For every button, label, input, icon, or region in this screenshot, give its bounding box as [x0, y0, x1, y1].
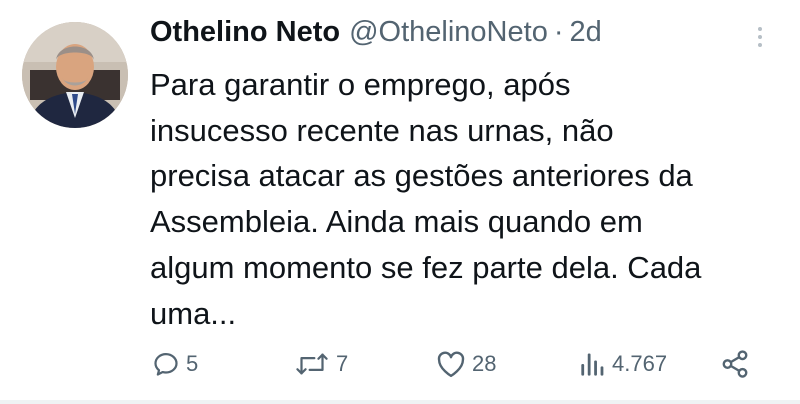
reply-icon — [152, 350, 180, 378]
views-button[interactable]: 4.767 — [580, 346, 667, 382]
like-button[interactable]: 28 — [436, 346, 496, 382]
more-vertical-icon[interactable] — [748, 22, 772, 52]
share-icon — [720, 349, 750, 379]
repost-button[interactable]: 7 — [294, 346, 348, 382]
separator-dot: · — [553, 16, 564, 48]
reply-button[interactable]: 5 — [152, 346, 198, 382]
author-handle[interactable]: @OthelinoNeto — [349, 16, 548, 49]
repost-count: 7 — [336, 351, 349, 376]
heart-icon — [436, 350, 466, 378]
tweet-header: Othelino Neto @OthelinoNeto · 2d — [150, 16, 602, 56]
action-bar: 5 7 28 4.767 — [150, 346, 760, 382]
repost-icon — [294, 350, 330, 378]
views-count: 4.767 — [612, 351, 668, 376]
tweet-text: Para garantir o emprego, após insucesso … — [150, 67, 702, 331]
author-name[interactable]: Othelino Neto — [150, 16, 340, 49]
share-button[interactable] — [720, 346, 750, 382]
reply-count: 5 — [186, 351, 199, 376]
timestamp[interactable]: 2d — [570, 16, 602, 49]
views-icon — [580, 350, 606, 378]
like-count: 28 — [472, 351, 497, 376]
avatar[interactable] — [22, 22, 128, 128]
tweet: Othelino Neto @OthelinoNeto · 2d Para ga… — [0, 0, 800, 404]
divider — [0, 400, 800, 404]
avatar-photo — [22, 22, 128, 128]
